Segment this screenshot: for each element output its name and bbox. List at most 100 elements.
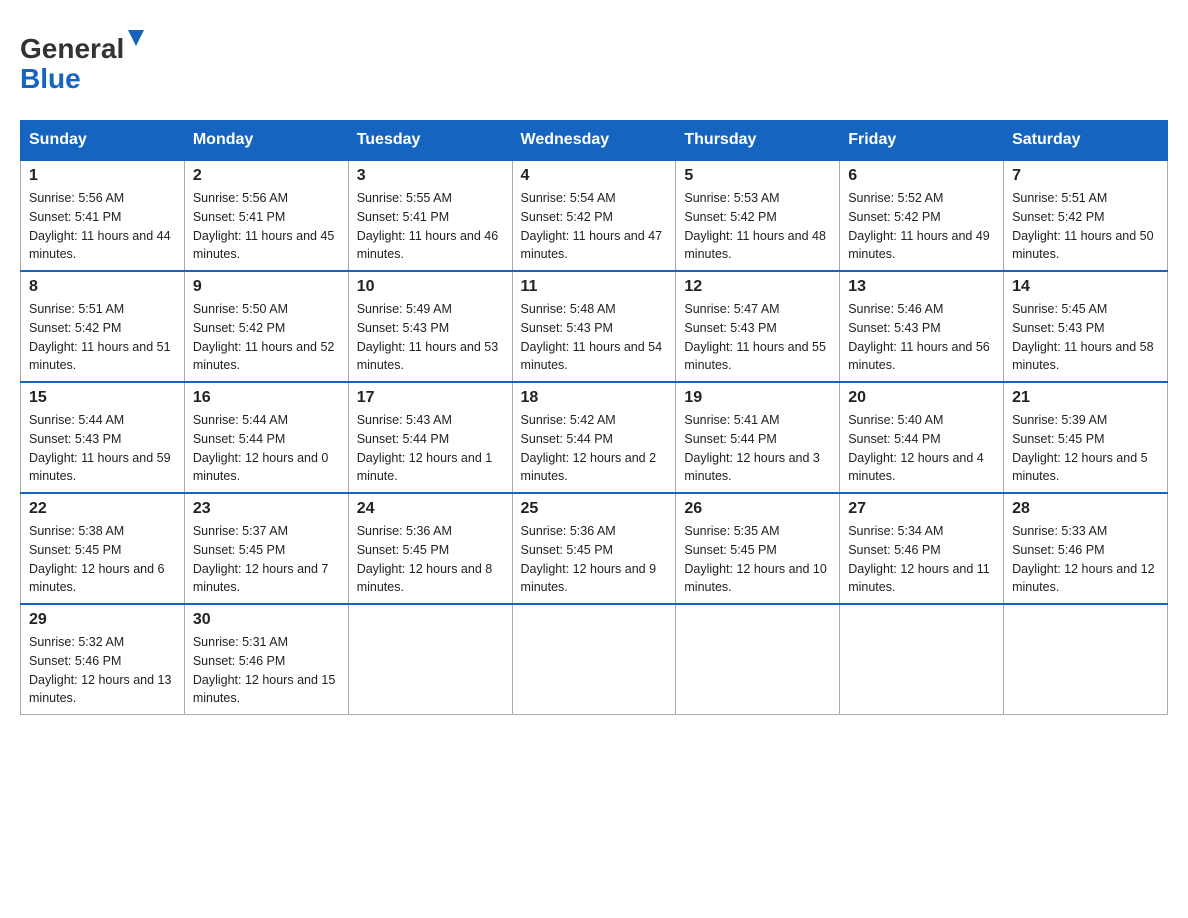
logo-svg: General Blue [20, 20, 150, 100]
day-info: Sunrise: 5:54 AMSunset: 5:42 PMDaylight:… [521, 189, 668, 264]
logo: General Blue [20, 20, 150, 100]
calendar-header-saturday: Saturday [1004, 121, 1168, 161]
day-info: Sunrise: 5:44 AMSunset: 5:44 PMDaylight:… [193, 411, 340, 486]
calendar-header-tuesday: Tuesday [348, 121, 512, 161]
calendar-cell: 28Sunrise: 5:33 AMSunset: 5:46 PMDayligh… [1004, 493, 1168, 604]
calendar-body: 1 Sunrise: 5:56 AMSunset: 5:41 PMDaylight… [21, 160, 1168, 715]
day-number: 4 [521, 167, 668, 185]
calendar-cell: 24 Sunrise: 5:36 AMSunset: 5:45 PMDayligh… [348, 493, 512, 604]
calendar-cell [676, 604, 840, 715]
calendar-cell: 11Sunrise: 5:48 AMSunset: 5:43 PMDayligh… [512, 271, 676, 382]
calendar-header-wednesday: Wednesday [512, 121, 676, 161]
day-number: 29 [29, 611, 176, 629]
svg-text:General: General [20, 33, 124, 64]
calendar-cell [512, 604, 676, 715]
day-number: 13 [848, 278, 995, 296]
calendar-cell: 29Sunrise: 5:32 AMSunset: 5:46 PMDayligh… [21, 604, 185, 715]
day-number: 20 [848, 389, 995, 407]
calendar-cell: 23 Sunrise: 5:37 AMSunset: 5:45 PMDayligh… [184, 493, 348, 604]
day-number: 14 [1012, 278, 1159, 296]
day-info: Sunrise: 5:49 AMSunset: 5:43 PMDaylight:… [357, 300, 504, 375]
calendar-cell: 27 Sunrise: 5:34 AMSunset: 5:46 PMDayligh… [840, 493, 1004, 604]
calendar-cell: 21 Sunrise: 5:39 AMSunset: 5:45 PMDayligh… [1004, 382, 1168, 493]
calendar-week-4: 22 Sunrise: 5:38 AMSunset: 5:45 PMDayligh… [21, 493, 1168, 604]
calendar-cell: 17Sunrise: 5:43 AMSunset: 5:44 PMDayligh… [348, 382, 512, 493]
day-number: 16 [193, 389, 340, 407]
page-header: General Blue [20, 20, 1168, 100]
day-info: Sunrise: 5:38 AMSunset: 5:45 PMDaylight:… [29, 522, 176, 597]
day-info: Sunrise: 5:42 AMSunset: 5:44 PMDaylight:… [521, 411, 668, 486]
calendar-cell: 6 Sunrise: 5:52 AMSunset: 5:42 PMDaylight… [840, 160, 1004, 271]
calendar-cell: 8Sunrise: 5:51 AMSunset: 5:42 PMDaylight… [21, 271, 185, 382]
calendar-header-monday: Monday [184, 121, 348, 161]
calendar-header-sunday: Sunday [21, 121, 185, 161]
svg-text:Blue: Blue [20, 63, 81, 94]
calendar-header-friday: Friday [840, 121, 1004, 161]
day-number: 19 [684, 389, 831, 407]
day-info: Sunrise: 5:39 AMSunset: 5:45 PMDaylight:… [1012, 411, 1159, 486]
day-number: 30 [193, 611, 340, 629]
day-number: 1 [29, 167, 176, 185]
calendar-cell: 4 Sunrise: 5:54 AMSunset: 5:42 PMDaylight… [512, 160, 676, 271]
day-number: 22 [29, 500, 176, 518]
day-number: 28 [1012, 500, 1159, 518]
calendar-cell: 10 Sunrise: 5:49 AMSunset: 5:43 PMDayligh… [348, 271, 512, 382]
day-info: Sunrise: 5:52 AMSunset: 5:42 PMDaylight:… [848, 189, 995, 264]
calendar-cell [1004, 604, 1168, 715]
day-number: 15 [29, 389, 176, 407]
day-info: Sunrise: 5:41 AMSunset: 5:44 PMDaylight:… [684, 411, 831, 486]
day-number: 6 [848, 167, 995, 185]
calendar-cell: 3Sunrise: 5:55 AMSunset: 5:41 PMDaylight… [348, 160, 512, 271]
day-info: Sunrise: 5:31 AMSunset: 5:46 PMDaylight:… [193, 633, 340, 708]
calendar-week-1: 1 Sunrise: 5:56 AMSunset: 5:41 PMDaylight… [21, 160, 1168, 271]
day-info: Sunrise: 5:56 AMSunset: 5:41 PMDaylight:… [193, 189, 340, 264]
day-info: Sunrise: 5:37 AMSunset: 5:45 PMDaylight:… [193, 522, 340, 597]
day-number: 12 [684, 278, 831, 296]
day-info: Sunrise: 5:36 AMSunset: 5:45 PMDaylight:… [357, 522, 504, 597]
calendar-cell: 22 Sunrise: 5:38 AMSunset: 5:45 PMDayligh… [21, 493, 185, 604]
day-number: 27 [848, 500, 995, 518]
day-info: Sunrise: 5:44 AMSunset: 5:43 PMDaylight:… [29, 411, 176, 486]
calendar-cell [840, 604, 1004, 715]
day-number: 25 [521, 500, 668, 518]
day-info: Sunrise: 5:53 AMSunset: 5:42 PMDaylight:… [684, 189, 831, 264]
day-info: Sunrise: 5:46 AMSunset: 5:43 PMDaylight:… [848, 300, 995, 375]
calendar-cell: 18 Sunrise: 5:42 AMSunset: 5:44 PMDayligh… [512, 382, 676, 493]
day-number: 26 [684, 500, 831, 518]
day-number: 23 [193, 500, 340, 518]
calendar-header-thursday: Thursday [676, 121, 840, 161]
day-info: Sunrise: 5:40 AMSunset: 5:44 PMDaylight:… [848, 411, 995, 486]
day-number: 24 [357, 500, 504, 518]
day-info: Sunrise: 5:36 AMSunset: 5:45 PMDaylight:… [521, 522, 668, 597]
day-number: 7 [1012, 167, 1159, 185]
calendar-header: SundayMondayTuesdayWednesdayThursdayFrid… [21, 121, 1168, 161]
calendar-cell: 26Sunrise: 5:35 AMSunset: 5:45 PMDayligh… [676, 493, 840, 604]
calendar-cell: 20 Sunrise: 5:40 AMSunset: 5:44 PMDayligh… [840, 382, 1004, 493]
calendar-cell [348, 604, 512, 715]
calendar-cell: 14 Sunrise: 5:45 AMSunset: 5:43 PMDayligh… [1004, 271, 1168, 382]
calendar-cell: 5 Sunrise: 5:53 AMSunset: 5:42 PMDaylight… [676, 160, 840, 271]
day-info: Sunrise: 5:34 AMSunset: 5:46 PMDaylight:… [848, 522, 995, 597]
calendar-week-2: 8Sunrise: 5:51 AMSunset: 5:42 PMDaylight… [21, 271, 1168, 382]
day-info: Sunrise: 5:51 AMSunset: 5:42 PMDaylight:… [1012, 189, 1159, 264]
calendar-cell: 15 Sunrise: 5:44 AMSunset: 5:43 PMDayligh… [21, 382, 185, 493]
day-number: 10 [357, 278, 504, 296]
day-number: 5 [684, 167, 831, 185]
day-number: 8 [29, 278, 176, 296]
calendar-cell: 16 Sunrise: 5:44 AMSunset: 5:44 PMDayligh… [184, 382, 348, 493]
day-info: Sunrise: 5:45 AMSunset: 5:43 PMDaylight:… [1012, 300, 1159, 375]
calendar-week-5: 29Sunrise: 5:32 AMSunset: 5:46 PMDayligh… [21, 604, 1168, 715]
day-info: Sunrise: 5:47 AMSunset: 5:43 PMDaylight:… [684, 300, 831, 375]
calendar-cell: 19 Sunrise: 5:41 AMSunset: 5:44 PMDayligh… [676, 382, 840, 493]
day-number: 9 [193, 278, 340, 296]
calendar-table: SundayMondayTuesdayWednesdayThursdayFrid… [20, 120, 1168, 715]
day-number: 11 [521, 278, 668, 296]
day-number: 2 [193, 167, 340, 185]
day-number: 3 [357, 167, 504, 185]
day-number: 18 [521, 389, 668, 407]
calendar-cell: 12 Sunrise: 5:47 AMSunset: 5:43 PMDayligh… [676, 271, 840, 382]
calendar-cell: 25 Sunrise: 5:36 AMSunset: 5:45 PMDayligh… [512, 493, 676, 604]
day-info: Sunrise: 5:50 AMSunset: 5:42 PMDaylight:… [193, 300, 340, 375]
calendar-cell: 2 Sunrise: 5:56 AMSunset: 5:41 PMDaylight… [184, 160, 348, 271]
day-number: 21 [1012, 389, 1159, 407]
